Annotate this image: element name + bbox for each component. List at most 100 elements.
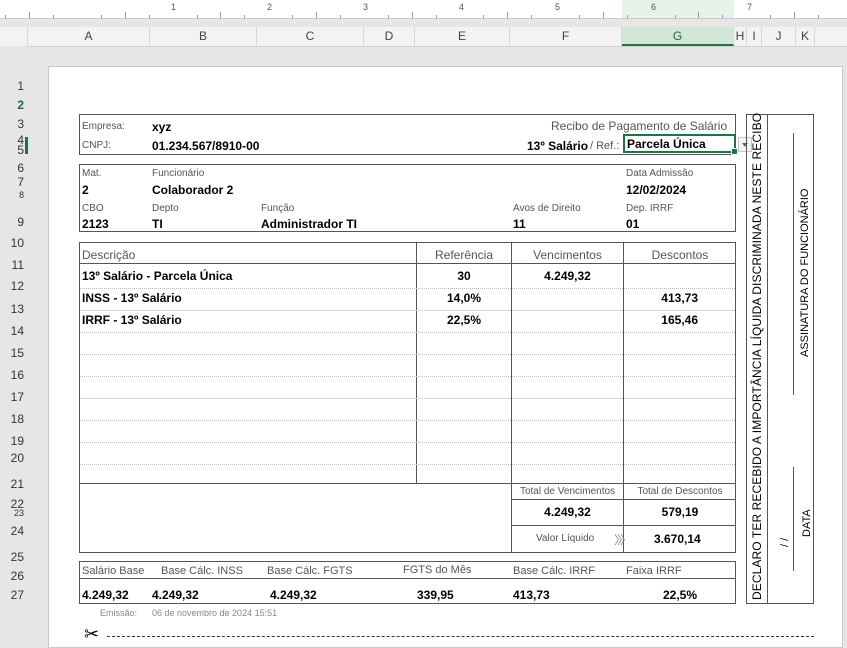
column-header-g[interactable]: G [622,27,734,46]
dep-irrf-value[interactable]: 01 [626,217,639,231]
column-header-a[interactable]: A [28,27,150,46]
row-header-23[interactable]: 23 [0,508,24,518]
column-header-h[interactable]: H [734,27,747,46]
receipt-title: Recibo de Pagamento de Salário [551,119,728,133]
row-header-20[interactable]: 20 [0,451,24,465]
row-header-1[interactable]: 1 [0,79,24,93]
ruler-number: 2 [267,2,273,12]
date-line [793,467,794,571]
item-ref[interactable]: 22,5% [417,313,511,327]
item-row-separator [80,420,735,421]
empresa-label: Empresa: [82,121,125,132]
ruler-tick [794,12,795,18]
ref-dropdown-cell[interactable]: Parcela Única [623,134,738,155]
row-header-2[interactable]: 2 [0,98,24,112]
row-header-21[interactable]: 21 [0,477,24,491]
empresa-value[interactable]: xyz [152,120,171,134]
item-row-separator [80,332,735,333]
date-label: DATA [801,509,813,537]
tipo-value[interactable]: 13º Salário [527,139,588,153]
ruler-tick [5,15,7,18]
row-header-14[interactable]: 14 [0,324,24,338]
item-venc[interactable]: 4.249,32 [512,269,623,283]
declaration-text: DECLARO TER RECEBIDO A IMPORTÂNCIA LÍQUI… [750,112,764,600]
funcao-value[interactable]: Administrador TI [261,217,357,231]
funcionario-value[interactable]: Colaborador 2 [152,183,233,197]
item-row-separator [80,398,735,399]
selection-handle[interactable] [731,148,738,155]
row-header-9[interactable]: 9 [0,215,24,229]
ruler-tick [483,15,485,18]
column-header: ABCDEFGHIJK [0,27,847,47]
column-header-e[interactable]: E [415,27,510,46]
row-header-27[interactable]: 27 [0,588,24,602]
faixa-irrf-value[interactable]: 22,5% [663,588,697,602]
row-header-3[interactable]: 3 [0,117,24,131]
fgts-mes-label: FGTS do Mês [403,564,472,576]
item-descto[interactable]: 413,73 [624,291,698,305]
faixa-irrf-label: Faixa IRRF [626,565,682,577]
item-ref[interactable]: 30 [417,269,511,283]
ruler-tick [316,12,317,18]
row-header-13[interactable]: 13 [0,302,24,316]
row-header-11[interactable]: 11 [0,258,24,272]
col-header-descontos: Descontos [651,248,709,262]
avos-label: Avos de Direito [513,203,581,214]
cnpj-value[interactable]: 01.234.567/8910-00 [152,139,259,153]
item-desc[interactable]: IRRF - 13º Salário [82,313,182,327]
salario-base-value[interactable]: 4.249,32 [82,588,129,602]
ruler-tick [53,15,55,18]
select-all-corner[interactable] [0,27,28,46]
row-header-25[interactable]: 25 [0,550,24,564]
row-header-17[interactable]: 17 [0,390,24,404]
fgts-mes-value[interactable]: 339,95 [417,588,454,602]
ruler: 1 2 3 4 5 6 7 [0,0,847,19]
base-irrf-value[interactable]: 413,73 [513,588,550,602]
row-header-15[interactable]: 15 [0,346,24,360]
item-ref[interactable]: 14,0% [417,291,511,305]
depto-value[interactable]: TI [152,217,163,231]
item-desc[interactable]: 13º Salário - Parcela Única [82,269,232,283]
depto-label: Depto [152,203,179,214]
column-header-f[interactable]: F [510,27,622,46]
ruler-tick [411,12,413,18]
column-header-k[interactable]: K [796,27,815,46]
item-desc[interactable]: INSS - 13º Salário [82,291,182,305]
emissao-value[interactable]: 06 de novembro de 2024 15:51 [152,608,277,618]
column-header-d[interactable]: D [364,27,415,46]
row-header-6[interactable]: 6 [0,161,24,175]
row-header-26[interactable]: 26 [0,569,24,583]
avos-value[interactable]: 11 [513,217,526,231]
column-header-j[interactable]: J [762,27,796,46]
column-header-c[interactable]: C [257,27,364,46]
row-header-8[interactable]: 8 [0,190,24,200]
base-fgts-value[interactable]: 4.249,32 [270,588,317,602]
row-header-24[interactable]: 24 [0,524,24,538]
base-irrf-label: Base Cálc. IRRF [513,565,595,577]
totals-value-divider [511,525,736,526]
row-header-5[interactable]: 5 [0,143,24,157]
column-header-i[interactable]: I [747,27,762,46]
ruler-tick [29,12,31,18]
row-header-16[interactable]: 16 [0,368,24,382]
mat-value[interactable]: 2 [82,183,89,197]
item-descto[interactable]: 165,46 [624,313,698,327]
funcionario-label: Funcionário [152,168,205,179]
ruler-number: 3 [363,2,369,12]
column-header-b[interactable]: B [150,27,257,46]
row-header-12[interactable]: 12 [0,279,24,293]
dep-irrf-label: Dep. IRRF [626,203,674,214]
base-inss-value[interactable]: 4.249,32 [152,588,199,602]
ruler-tick [674,15,676,18]
admissao-value[interactable]: 12/02/2024 [626,183,686,197]
row-header-10[interactable]: 10 [0,236,24,250]
valor-liquido-label: Valor Líquido [536,533,595,544]
row-header-19[interactable]: 19 [0,434,24,448]
row-header-7[interactable]: 7 [0,175,24,189]
total-descontos-value[interactable]: 579,19 [624,505,736,519]
totals-label-divider [511,499,736,500]
total-vencimentos-value[interactable]: 4.249,32 [512,505,623,519]
row-header-18[interactable]: 18 [0,412,24,426]
valor-liquido-value[interactable]: 3.670,14 [654,532,701,546]
cbo-value[interactable]: 2123 [82,217,109,231]
